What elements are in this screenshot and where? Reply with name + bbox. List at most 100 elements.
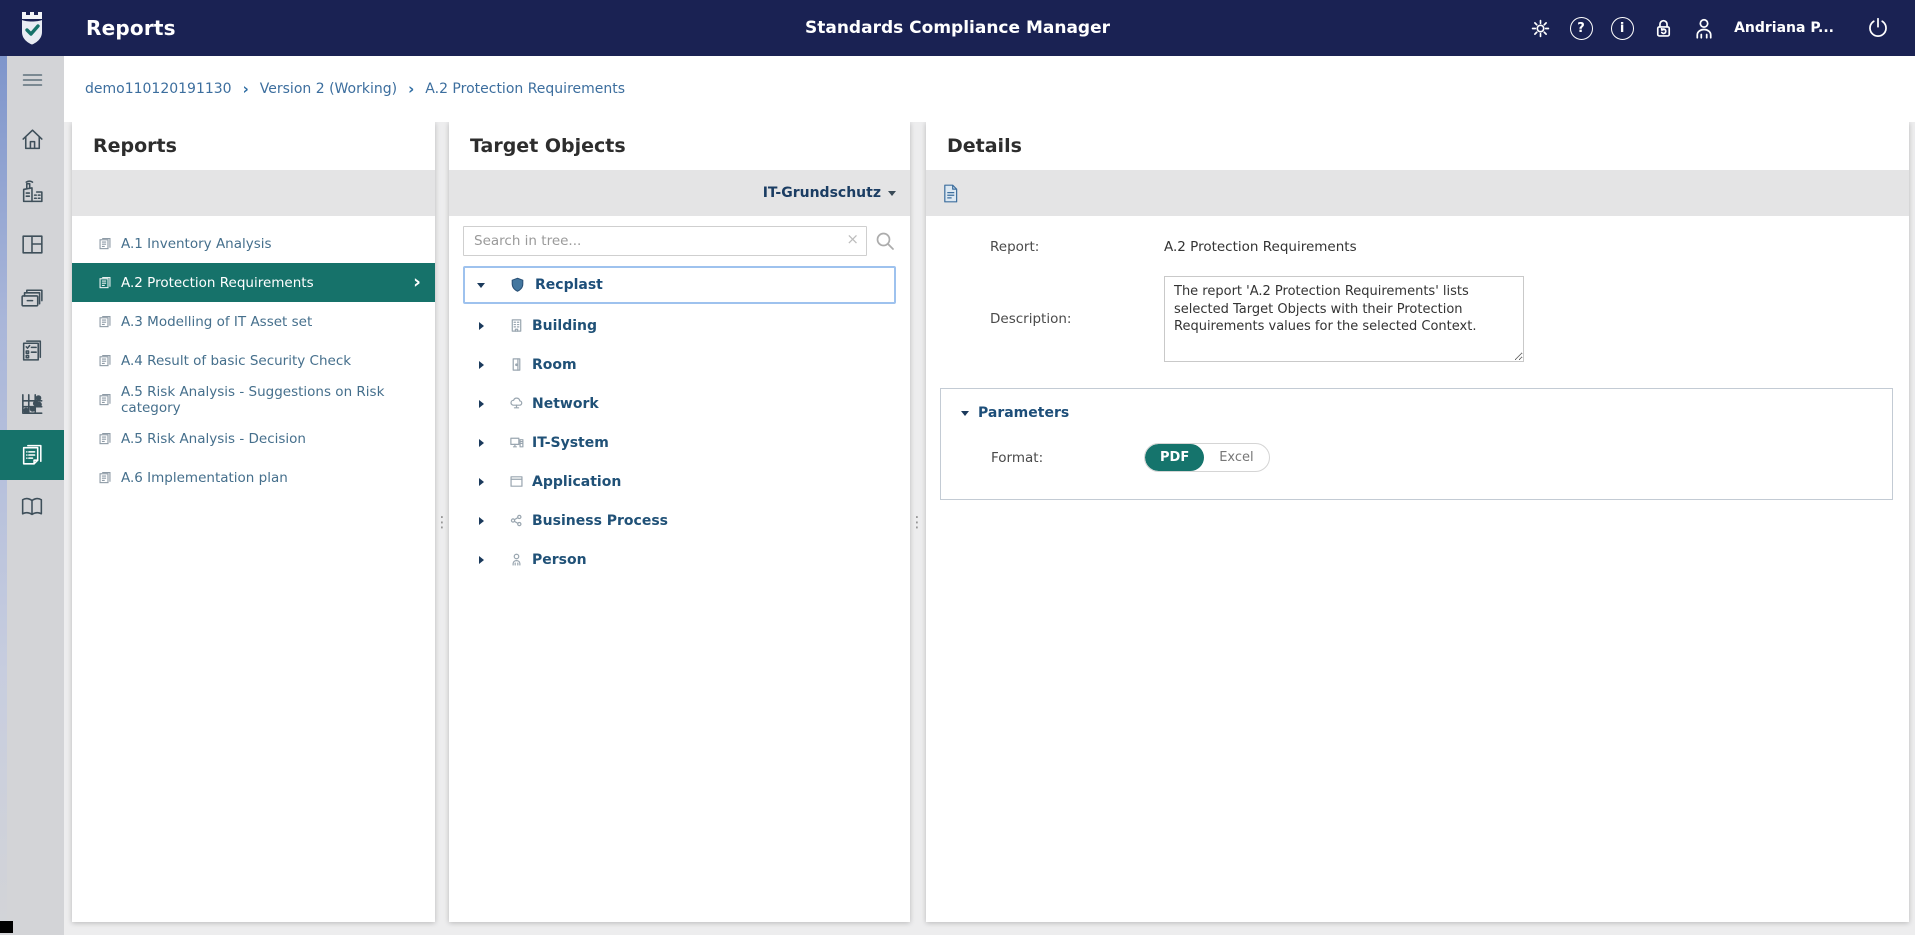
breadcrumb-separator-icon: › <box>408 80 415 98</box>
context-selector[interactable]: IT-Grundschutz <box>763 185 896 201</box>
panel-splitter[interactable] <box>435 122 449 922</box>
report-doc-icon <box>99 471 111 484</box>
tree-root-label: Recplast <box>535 277 603 293</box>
tree-item-it-system[interactable]: IT-System <box>463 423 896 462</box>
report-list-item[interactable]: A.2 Protection Requirements <box>72 263 435 302</box>
breadcrumb-item-report[interactable]: A.2 Protection Requirements <box>425 81 625 97</box>
sidebar-item-risk-matrix[interactable] <box>0 377 64 430</box>
page-title: Reports <box>86 16 176 40</box>
report-list: A.1 Inventory Analysis A.2 Protection Re… <box>72 216 435 497</box>
power-icon[interactable] <box>1865 15 1891 41</box>
sidebar-item-dashboard[interactable] <box>0 218 64 271</box>
chevron-down-icon <box>888 190 896 196</box>
tree-item-person[interactable]: Person <box>463 540 896 579</box>
tree-search-input[interactable] <box>463 226 867 256</box>
help-icon[interactable] <box>1568 15 1594 41</box>
format-row: Format: PDF Excel <box>941 443 1892 472</box>
report-label: A.3 Modelling of IT Asset set <box>121 313 313 330</box>
expand-toggle-icon[interactable] <box>475 321 487 330</box>
shield-icon <box>511 277 524 292</box>
application-icon <box>510 476 523 487</box>
format-field-label: Format: <box>991 449 1044 466</box>
sidebar-item-documentation[interactable] <box>0 480 64 533</box>
report-list-item[interactable]: A.5 Risk Analysis - Suggestions on Risk … <box>72 380 435 419</box>
report-field-label: Report: <box>990 239 1040 255</box>
sidebar-item-asset-archive[interactable] <box>0 271 64 324</box>
breadcrumb-separator-icon: › <box>242 80 249 98</box>
report-list-item[interactable]: A.3 Modelling of IT Asset set <box>72 302 435 341</box>
expand-toggle-icon[interactable] <box>475 399 487 408</box>
details-toolbar <box>926 170 1909 216</box>
report-label: A.4 Result of basic Security Check <box>121 352 352 369</box>
session-lock-icon[interactable] <box>1650 15 1676 41</box>
tree-item-room[interactable]: Room <box>463 345 896 384</box>
collapse-toggle-icon[interactable] <box>475 282 487 288</box>
target-objects-panel-title: Target Objects <box>470 135 626 157</box>
report-list-item[interactable]: A.6 Implementation plan <box>72 458 435 497</box>
tree-item-business-process[interactable]: Business Process <box>463 501 896 540</box>
reports-icon <box>22 444 42 465</box>
panel-splitter[interactable] <box>910 122 924 922</box>
tree-root-recplast[interactable]: Recplast <box>463 266 896 304</box>
parameters-title: Parameters <box>978 405 1070 421</box>
tree-item-network[interactable]: Network <box>463 384 896 423</box>
reports-panel: Reports A.1 Inventory Analysis A.2 Prote… <box>72 122 435 922</box>
report-list-item[interactable]: A.4 Result of basic Security Check <box>72 341 435 380</box>
sidebar-item-checklist[interactable] <box>0 324 64 377</box>
reports-panel-title: Reports <box>93 135 177 157</box>
chevron-down-icon <box>961 410 969 416</box>
tree-item-label: Person <box>532 551 587 568</box>
report-document-icon[interactable] <box>940 182 961 205</box>
shield-logo-icon <box>22 12 42 45</box>
expand-toggle-icon[interactable] <box>475 477 487 486</box>
format-option-pdf[interactable]: PDF <box>1145 444 1205 471</box>
sidebar-item-organization[interactable] <box>0 165 64 218</box>
report-list-item[interactable]: A.1 Inventory Analysis <box>72 224 435 263</box>
user-name[interactable]: Andriana P... <box>1734 20 1834 36</box>
format-option-excel[interactable]: Excel <box>1204 444 1268 471</box>
user-icon[interactable] <box>1691 15 1717 41</box>
selected-chevron-icon <box>413 273 421 292</box>
breadcrumb-item-context[interactable]: demo110120191130 <box>85 81 232 97</box>
sidebar-menu-toggle[interactable] <box>0 56 64 104</box>
building-icon <box>511 319 522 332</box>
report-label: A.2 Protection Requirements <box>121 274 314 291</box>
report-doc-icon <box>99 315 111 328</box>
clear-search-icon[interactable] <box>846 232 859 247</box>
it-system-icon <box>510 437 524 448</box>
documentation-icon <box>21 497 43 516</box>
settings-icon[interactable] <box>1527 15 1553 41</box>
tree-item-application[interactable]: Application <box>463 462 896 501</box>
target-objects-panel: Target Objects IT-Grundschutz Recpla <box>449 122 910 922</box>
sidebar-item-home[interactable] <box>0 112 64 165</box>
breadcrumb-item-version[interactable]: Version 2 (Working) <box>260 81 397 97</box>
business-process-icon <box>510 514 522 527</box>
expand-toggle-icon[interactable] <box>475 555 487 564</box>
sidebar-item-reports[interactable] <box>0 430 64 480</box>
expand-toggle-icon[interactable] <box>475 360 487 369</box>
app-logo[interactable] <box>0 0 64 56</box>
report-list-item[interactable]: A.5 Risk Analysis - Decision <box>72 419 435 458</box>
tree-item-label: Room <box>532 356 577 373</box>
search-icon[interactable] <box>874 230 896 252</box>
report-doc-icon <box>99 237 111 250</box>
expand-toggle-icon[interactable] <box>475 438 487 447</box>
dashboard-icon <box>21 235 43 254</box>
tree-item-label: Application <box>532 473 622 490</box>
tree-item-label: Building <box>532 317 598 334</box>
report-doc-icon <box>99 393 111 406</box>
report-label: A.5 Risk Analysis - Decision <box>121 430 306 447</box>
report-doc-icon <box>99 354 111 367</box>
tree-item-label: Business Process <box>532 512 669 529</box>
expand-toggle-icon[interactable] <box>475 516 487 525</box>
risk-matrix-icon <box>22 393 43 414</box>
info-icon[interactable] <box>1609 15 1635 41</box>
tree-item-building[interactable]: Building <box>463 306 896 345</box>
parameters-header[interactable]: Parameters <box>941 389 1892 421</box>
description-textarea[interactable]: The report 'A.2 Protection Requirements'… <box>1164 276 1524 362</box>
details-panel: Details Report: A.2 Protection Requireme… <box>926 122 1909 922</box>
menu-icon <box>22 74 42 86</box>
report-doc-icon <box>99 276 111 289</box>
description-field-label: Description: <box>990 311 1072 327</box>
report-doc-icon <box>99 432 111 445</box>
